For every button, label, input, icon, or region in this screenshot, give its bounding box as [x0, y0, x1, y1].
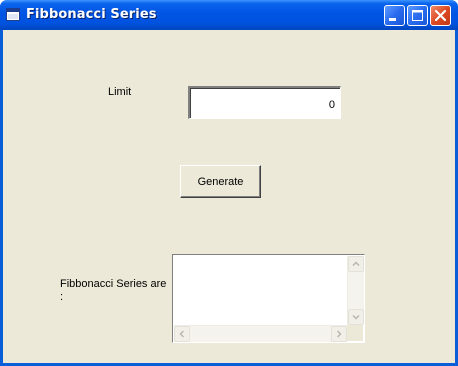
generate-button[interactable]: Generate [180, 165, 261, 198]
maximize-icon [412, 10, 423, 21]
series-label: Fibbonacci Series are : [60, 278, 167, 303]
scroll-left-button[interactable] [174, 326, 190, 342]
close-icon [434, 9, 447, 22]
window-title: Fibbonacci Series [26, 7, 157, 22]
form-client-area: Limit Generate Fibbonacci Series are : [3, 30, 455, 363]
scrollbar-corner [347, 325, 363, 341]
maximize-button[interactable] [407, 5, 428, 26]
app-window: Fibbonacci Series Limit Generate Fibbona… [0, 0, 458, 366]
chevron-right-icon [336, 330, 342, 338]
limit-input[interactable] [188, 86, 341, 119]
series-output-text[interactable] [175, 257, 347, 325]
limit-label: Limit [108, 86, 132, 98]
chevron-up-icon [352, 261, 360, 267]
horizontal-scrollbar[interactable] [174, 325, 347, 342]
chevron-down-icon [352, 314, 360, 320]
minimize-button[interactable] [384, 5, 405, 26]
close-button[interactable] [430, 5, 451, 26]
chevron-left-icon [179, 330, 185, 338]
scroll-right-button[interactable] [331, 326, 347, 342]
app-window-icon [6, 8, 20, 21]
series-output-box[interactable] [172, 254, 365, 343]
scroll-up-button[interactable] [348, 256, 364, 272]
scroll-down-button[interactable] [348, 309, 364, 325]
vertical-scrollbar[interactable] [347, 256, 364, 325]
minimize-icon [389, 18, 396, 21]
title-bar[interactable]: Fibbonacci Series [0, 0, 458, 30]
